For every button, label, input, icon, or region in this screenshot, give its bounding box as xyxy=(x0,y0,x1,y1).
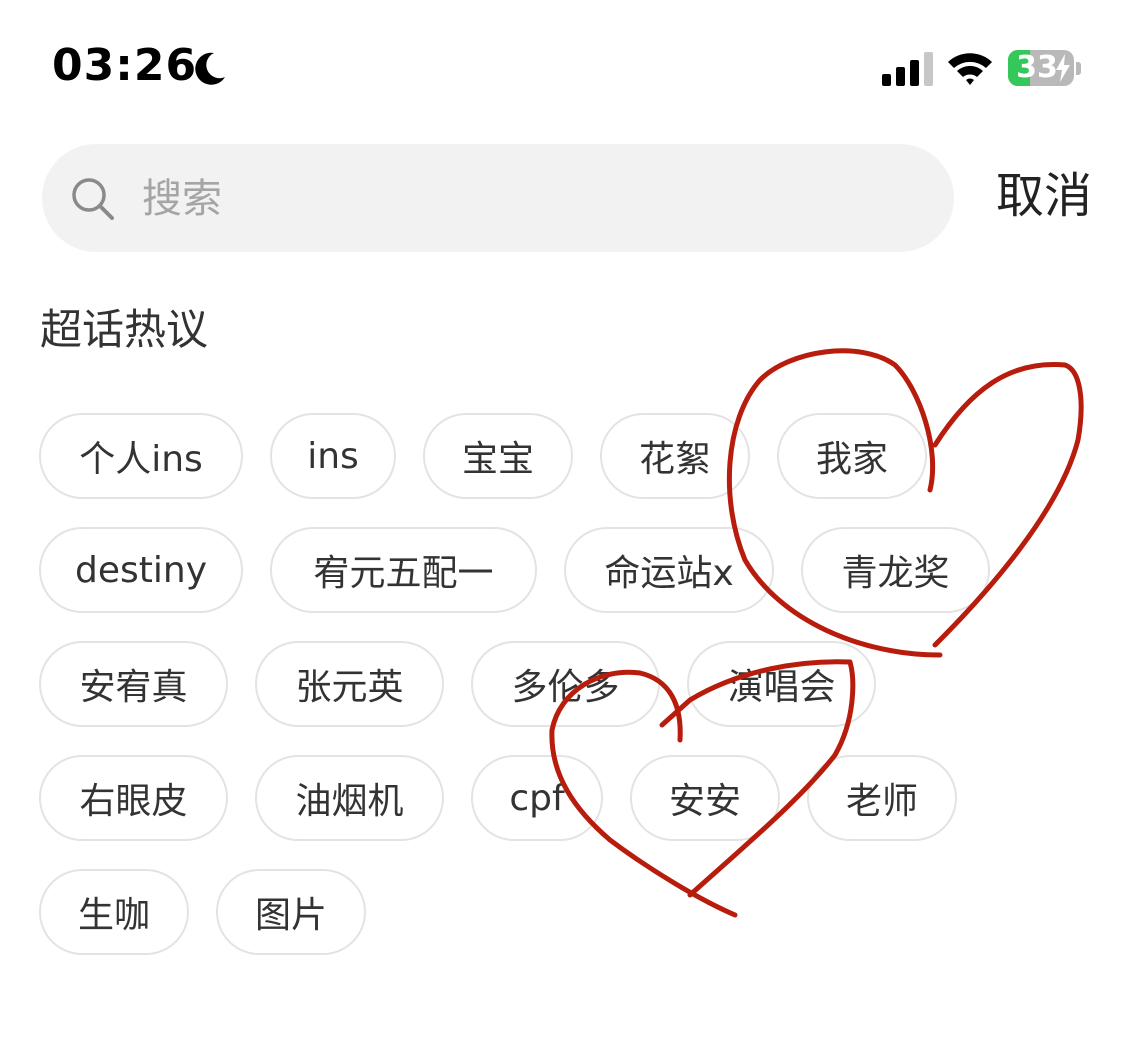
cancel-button[interactable]: 取消 xyxy=(996,164,1092,228)
tag-chip[interactable]: 个人ins xyxy=(39,413,243,499)
tag-chip[interactable]: 命运站x xyxy=(564,527,774,613)
tag-chip[interactable]: 张元英 xyxy=(255,641,444,727)
wifi-icon xyxy=(948,53,992,85)
search-icon xyxy=(72,178,114,220)
tag-chip[interactable]: 宝宝 xyxy=(423,413,573,499)
tag-chip[interactable]: 我家 xyxy=(777,413,927,499)
status-time: 03:26 xyxy=(52,40,198,91)
search-input[interactable] xyxy=(142,164,902,234)
section-title: 超话热议 xyxy=(40,305,209,354)
tag-chip[interactable]: 演唱会 xyxy=(687,641,876,727)
tag-chip[interactable]: 右眼皮 xyxy=(39,755,228,841)
tag-chip[interactable]: 宥元五配一 xyxy=(270,527,537,613)
tag-chip[interactable]: 生咖 xyxy=(39,869,189,955)
battery-indicator: 33 xyxy=(1008,50,1082,88)
battery-cap xyxy=(1076,62,1081,75)
cellular-signal-icon xyxy=(882,52,933,86)
moon-icon xyxy=(195,52,225,85)
tag-chip[interactable]: 图片 xyxy=(216,869,366,955)
battery-body: 33 xyxy=(1008,50,1074,86)
tag-chip[interactable]: 安宥真 xyxy=(39,641,228,727)
tag-chip[interactable]: 花絮 xyxy=(600,413,750,499)
tag-chip[interactable]: 油烟机 xyxy=(255,755,444,841)
tag-chip[interactable]: destiny xyxy=(39,527,243,613)
tag-chip[interactable]: 青龙奖 xyxy=(801,527,990,613)
tag-chip[interactable]: ins xyxy=(270,413,396,499)
bolt-icon xyxy=(1056,54,1070,82)
tag-chip[interactable]: 老师 xyxy=(807,755,957,841)
tag-chip[interactable]: 多伦多 xyxy=(471,641,660,727)
tag-chip[interactable]: 安安 xyxy=(630,755,780,841)
status-bar: 03:26 33 xyxy=(0,0,1125,140)
tag-chip[interactable]: cpf xyxy=(471,755,603,841)
